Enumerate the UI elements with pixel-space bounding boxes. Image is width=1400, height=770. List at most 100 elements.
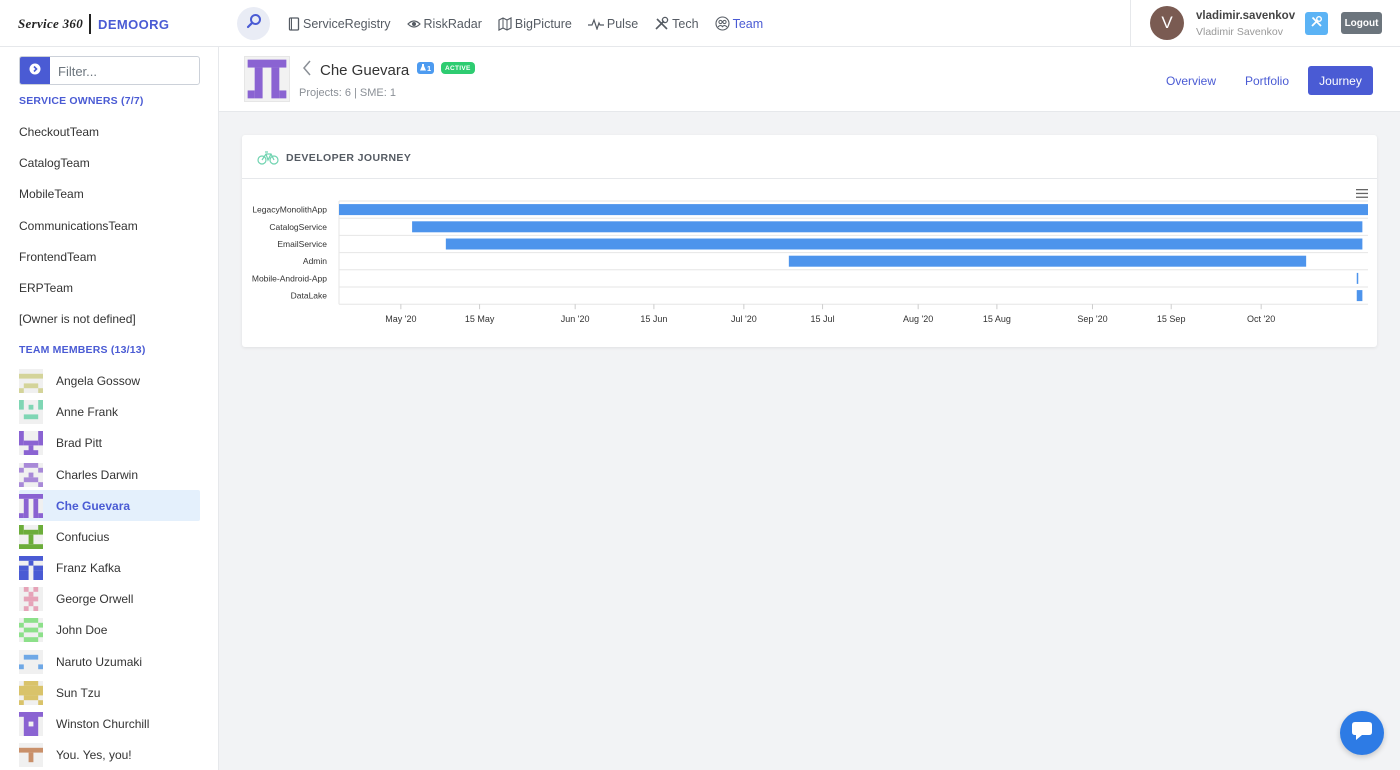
- member-name: John Doe: [56, 622, 108, 637]
- member-item[interactable]: Confucius: [19, 521, 200, 552]
- nav-label: ServiceRegistry: [303, 16, 391, 31]
- identicon-avatar: [19, 493, 43, 518]
- owner-item[interactable]: [Owner is not defined]: [19, 312, 136, 326]
- timeline-bar: [339, 204, 1368, 216]
- logout-button[interactable]: Logout: [1341, 12, 1382, 34]
- bicycle-icon: [257, 150, 279, 170]
- member-name: You. Yes, you!: [56, 747, 132, 762]
- category-label: Admin: [303, 256, 327, 266]
- owner-item[interactable]: CommunicationsTeam: [19, 219, 138, 233]
- filter-input[interactable]: Filter...: [58, 64, 97, 79]
- sme-badge: 1: [417, 62, 435, 74]
- sidebar: Filter... SERVICE OWNERS (7/7) CheckoutT…: [0, 47, 219, 770]
- tab-overview[interactable]: Overview: [1159, 66, 1223, 95]
- user-full-name: Vladimir Savenkov: [1196, 26, 1283, 38]
- member-item[interactable]: Angela Gossow: [19, 365, 200, 396]
- member-item[interactable]: You. Yes, you!: [19, 739, 200, 770]
- nav-pulse[interactable]: Pulse: [587, 16, 639, 31]
- tab-portfolio[interactable]: Portfolio: [1237, 66, 1297, 95]
- top-navbar: Service 360 DEMOORG ServiceRegistry Risk…: [0, 0, 1400, 47]
- nav-label: Team: [732, 16, 764, 31]
- member-name: Winston Churchill: [56, 716, 150, 731]
- page-title: Che Guevara: [320, 62, 410, 79]
- main-nav: ServiceRegistry RiskRadar BigPicture Pul…: [288, 16, 779, 31]
- team-icon: [715, 16, 730, 31]
- owner-item[interactable]: ERPTeam: [19, 281, 73, 295]
- member-name: Naruto Uzumaki: [56, 654, 143, 669]
- owner-item[interactable]: MobileTeam: [19, 187, 84, 201]
- eye-icon: [406, 18, 421, 30]
- nav-big-picture[interactable]: BigPicture: [498, 16, 572, 31]
- chat-button[interactable]: [1340, 711, 1384, 755]
- profile-header: Che Guevara 1 ACTIVE Projects: 6 | SME: …: [219, 47, 1400, 112]
- member-item[interactable]: Franz Kafka: [19, 552, 200, 583]
- logo-text: Service 360: [18, 16, 84, 31]
- identicon-avatar: [19, 555, 43, 580]
- x-tick-label: Sep '20: [1077, 314, 1107, 324]
- member-name: Charles Darwin: [56, 467, 139, 482]
- nav-team[interactable]: Team: [715, 16, 764, 31]
- x-tick-label: 15 Jun: [640, 314, 667, 324]
- x-tick-label: 15 Aug: [983, 314, 1011, 324]
- x-tick-label: May '20: [385, 314, 416, 324]
- member-name: Franz Kafka: [56, 560, 121, 575]
- nav-service-registry[interactable]: ServiceRegistry: [288, 16, 391, 31]
- identicon-avatar: [19, 524, 43, 549]
- identicon-avatar: [19, 742, 43, 767]
- logo[interactable]: Service 360 DEMOORG: [18, 12, 169, 36]
- member-item[interactable]: George Orwell: [19, 583, 200, 614]
- identicon-avatar: [19, 462, 43, 487]
- back-button[interactable]: [302, 60, 312, 81]
- user-menu: V vladimir.savenkov Vladimir Savenkov Lo…: [1130, 0, 1400, 47]
- filter-field[interactable]: Filter...: [19, 56, 200, 85]
- member-item[interactable]: Charles Darwin: [19, 459, 200, 490]
- x-tick-label: Oct '20: [1247, 314, 1275, 324]
- owner-item[interactable]: FrontendTeam: [19, 250, 96, 264]
- service-owners-heading: SERVICE OWNERS (7/7): [19, 95, 144, 107]
- owner-item[interactable]: CatalogTeam: [19, 156, 90, 170]
- x-tick-label: Aug '20: [903, 314, 933, 324]
- timeline-bar: [788, 255, 1307, 267]
- member-item[interactable]: Naruto Uzumaki: [19, 646, 200, 677]
- nav-label: BigPicture: [514, 16, 572, 31]
- card-header: DEVELOPER JOURNEY: [242, 135, 1377, 179]
- nav-tech[interactable]: Tech: [654, 16, 699, 31]
- nav-label: Tech: [672, 16, 699, 31]
- identicon-avatar: [19, 711, 43, 736]
- category-label: LegacyMonolithApp: [252, 205, 327, 215]
- member-name: Sun Tzu: [56, 685, 101, 700]
- org-name: DEMOORG: [98, 16, 170, 32]
- nav-label: RiskRadar: [423, 16, 482, 31]
- identicon-avatar: [19, 586, 43, 611]
- member-item[interactable]: Anne Frank: [19, 396, 200, 427]
- search-button[interactable]: [237, 7, 270, 40]
- x-tick-label: 15 May: [465, 314, 495, 324]
- chevron-left-icon: [302, 60, 312, 80]
- x-tick-label: 15 Jul: [811, 314, 835, 324]
- member-name: Anne Frank: [56, 404, 119, 419]
- team-members-heading: TEAM MEMBERS (13/13): [19, 344, 146, 356]
- chevron-right-circle-icon: [29, 62, 41, 80]
- tab-journey[interactable]: Journey: [1308, 66, 1373, 95]
- x-tick-label: Jul '20: [731, 314, 757, 324]
- nav-risk-radar[interactable]: RiskRadar: [406, 16, 482, 31]
- member-item[interactable]: Sun Tzu: [19, 677, 200, 708]
- member-item[interactable]: Brad Pitt: [19, 427, 200, 458]
- timeline-bar: [1356, 272, 1359, 284]
- filter-toggle-button[interactable]: [20, 57, 50, 84]
- member-item[interactable]: Winston Churchill: [19, 708, 200, 739]
- x-tick-label: 15 Sep: [1157, 314, 1186, 324]
- member-item[interactable]: Che Guevara: [19, 490, 200, 521]
- member-item[interactable]: John Doe: [19, 614, 200, 645]
- file-icon: [288, 16, 300, 31]
- avatar[interactable]: V: [1150, 6, 1184, 40]
- nav-label: Pulse: [606, 16, 639, 31]
- member-name: Confucius: [56, 529, 110, 544]
- card-title: DEVELOPER JOURNEY: [286, 152, 412, 164]
- category-label: EmailService: [277, 239, 327, 249]
- owner-item[interactable]: CheckoutTeam: [19, 125, 99, 139]
- admin-tools-button[interactable]: [1305, 12, 1328, 35]
- identicon-avatar: [19, 617, 43, 642]
- flask-icon: [420, 63, 426, 73]
- sme-count: 1: [427, 63, 432, 73]
